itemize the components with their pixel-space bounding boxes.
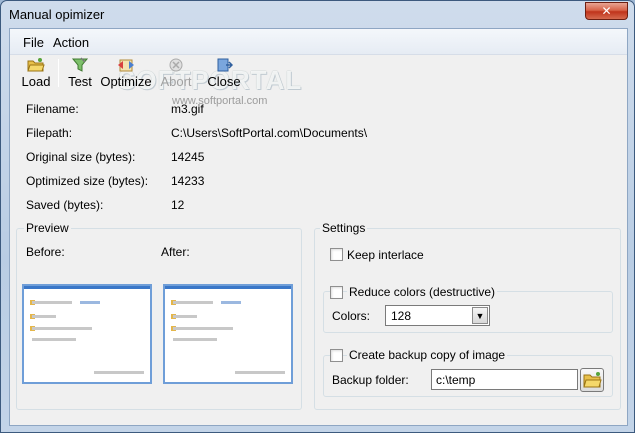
settings-title: Settings <box>320 221 368 235</box>
close-label: Close <box>207 74 241 89</box>
app-window: Manual opimizer ✕ File Action SOFTPORTAL… <box>0 0 635 433</box>
window-title: Manual opimizer <box>9 7 105 22</box>
filename-label: Filename: <box>26 102 79 116</box>
backup-folder-input[interactable] <box>431 369 578 390</box>
client-area: File Action SOFTPORTAL www.softportal.co… <box>9 28 628 426</box>
after-label: After: <box>161 245 190 259</box>
close-icon <box>217 58 233 72</box>
abort-button[interactable]: Abort <box>159 57 193 91</box>
close-button[interactable]: Close <box>207 57 241 91</box>
reduce-colors-label[interactable]: Reduce colors (destructive) <box>347 285 498 299</box>
optimized-size-label: Optimized size (bytes): <box>26 174 149 188</box>
keep-interlace-label[interactable]: Keep interlace <box>347 248 424 262</box>
menu-action[interactable]: Action <box>53 35 89 50</box>
menu-file[interactable]: File <box>23 35 44 50</box>
filepath-label: Filepath: <box>26 126 73 140</box>
toolbar: SOFTPORTAL www.softportal.com Load Test <box>10 55 627 107</box>
colors-select[interactable]: 128 ▼ <box>385 305 490 326</box>
abort-label: Abort <box>160 74 192 89</box>
abort-icon <box>169 58 183 72</box>
preview-title: Preview <box>24 221 71 235</box>
backup-label[interactable]: Create backup copy of image <box>347 348 508 362</box>
saved-bytes-label: Saved (bytes): <box>26 198 104 212</box>
optimized-size-value: 14233 <box>171 174 205 188</box>
load-label: Load <box>21 74 51 89</box>
test-label: Test <box>68 74 92 89</box>
after-preview-image <box>163 284 293 384</box>
window-close-button[interactable]: ✕ <box>585 2 628 20</box>
original-size-value: 14245 <box>171 150 205 164</box>
optimize-label: Optimize <box>100 74 152 89</box>
chevron-down-icon[interactable]: ▼ <box>472 307 488 324</box>
original-size-label: Original size (bytes): <box>26 150 136 164</box>
backup-checkbox[interactable] <box>330 349 343 362</box>
folder-open-icon <box>583 372 602 388</box>
colors-label: Colors: <box>332 309 371 323</box>
load-button[interactable]: Load <box>20 57 52 91</box>
toolbar-separator <box>58 59 59 87</box>
optimize-button[interactable]: Optimize <box>100 57 152 91</box>
backup-folder-label: Backup folder: <box>332 373 409 387</box>
keep-interlace-checkbox[interactable] <box>330 248 343 261</box>
saved-bytes-value: 12 <box>171 198 185 212</box>
menu-bar: File Action <box>10 29 627 55</box>
reduce-colors-checkbox[interactable] <box>330 286 343 299</box>
folder-open-icon <box>27 58 45 72</box>
test-funnel-icon <box>71 57 89 72</box>
before-label: Before: <box>26 245 65 259</box>
test-button[interactable]: Test <box>65 57 95 91</box>
title-bar[interactable]: Manual opimizer ✕ <box>1 1 634 27</box>
browse-folder-button[interactable] <box>580 368 604 392</box>
before-preview-image <box>22 284 152 384</box>
colors-select-value: 128 <box>391 309 412 323</box>
filename-value: m3.gif <box>171 102 204 116</box>
filepath-value: C:\Users\SoftPortal.com\Documents\ <box>171 126 368 140</box>
optimize-icon <box>118 59 134 72</box>
